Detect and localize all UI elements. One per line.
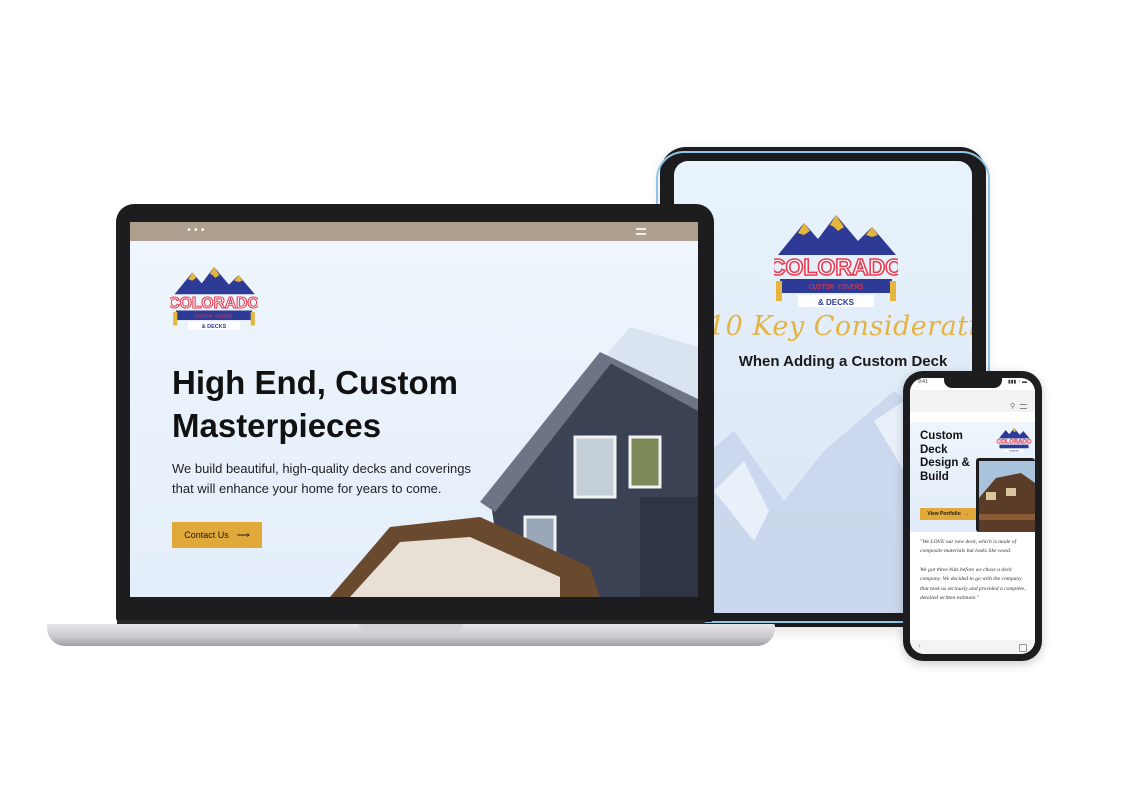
view-portfolio-label: View Portfolio: [927, 511, 961, 517]
phone-screen: 9:41 ▮▮▮ ◔ ▬ ⚲ Custom Deck Design & Buil…: [910, 378, 1035, 654]
logo-subtext: CUSTOM COVERS: [809, 284, 864, 292]
phone-device: 9:41 ▮▮▮ ◔ ▬ ⚲ Custom Deck Design & Buil…: [903, 371, 1042, 661]
logo-text: COLORADO: [774, 254, 898, 280]
testimonial-paragraph: We got three bids before we chose a deck…: [920, 566, 1026, 602]
logo-subtext-decks: & DECKS: [202, 324, 227, 330]
house-photo: [330, 327, 698, 597]
phone-bottom-bar: ‹: [910, 640, 1035, 654]
laptop-screen: ••• COLORADO CUSTOM COVERS & DECKS High …: [130, 222, 698, 597]
window-dots-icon[interactable]: •••: [186, 225, 207, 236]
tablet-subheading: When Adding a Custom Deck: [738, 353, 948, 370]
laptop-device: ••• COLORADO CUSTOM COVERS & DECKS High …: [116, 204, 714, 622]
phone-title-line: Custom: [920, 430, 963, 442]
phone-hero-title: Custom Deck Design & Build: [920, 430, 980, 484]
back-icon[interactable]: ‹: [918, 642, 921, 650]
laptop-notch: [359, 624, 463, 632]
phone-notch: [944, 378, 1002, 388]
hero-section: COLORADO CUSTOM COVERS & DECKS High End,…: [130, 241, 698, 597]
tablet-script-heading: 10 Key Considerations: [708, 311, 972, 342]
status-time: 9:41: [918, 379, 928, 385]
contact-us-button[interactable]: Contact Us ⟶: [172, 522, 262, 548]
logo-subtext-decks: & DECKS: [1009, 450, 1019, 452]
phone-title-line: Build: [920, 470, 949, 483]
contact-us-label: Contact Us: [184, 530, 229, 540]
status-icons: ▮▮▮ ◔ ▬: [1007, 379, 1027, 385]
logo-text: COLORADO: [170, 295, 258, 312]
testimonial: "We LOVE our new deck, which is made of …: [920, 538, 1028, 612]
search-icon[interactable]: ⚲: [1010, 402, 1015, 410]
hamburger-icon[interactable]: [1020, 404, 1027, 409]
laptop-base: [47, 620, 775, 660]
tabs-icon[interactable]: [1019, 644, 1027, 652]
deck-photo: [976, 458, 1035, 532]
colorado-logo[interactable]: COLORADO & DECKS: [996, 428, 1032, 454]
colorado-logo: COLORADO CUSTOM COVERS & DECKS: [774, 215, 898, 307]
arrow-right-icon: →: [963, 511, 969, 517]
arrow-right-icon: ⟶: [236, 529, 250, 540]
phone-title-line: Design &: [920, 457, 970, 469]
colorado-logo[interactable]: COLORADO CUSTOM COVERS & DECKS: [170, 267, 258, 335]
logo-subtext-decks: & DECKS: [818, 298, 855, 307]
hamburger-icon[interactable]: [636, 228, 646, 235]
logo-subtext: CUSTOM COVERS: [195, 313, 232, 319]
browser-bar: •••: [130, 222, 698, 241]
phone-browser-bar: [910, 390, 1035, 412]
view-portfolio-button[interactable]: View Portfolio →: [920, 508, 976, 520]
phone-hero: Custom Deck Design & Build COLORADO & DE…: [910, 422, 1035, 532]
testimonial-paragraph: "We LOVE our new deck, which is made of …: [920, 539, 1017, 555]
phone-title-line: Deck: [920, 443, 948, 456]
